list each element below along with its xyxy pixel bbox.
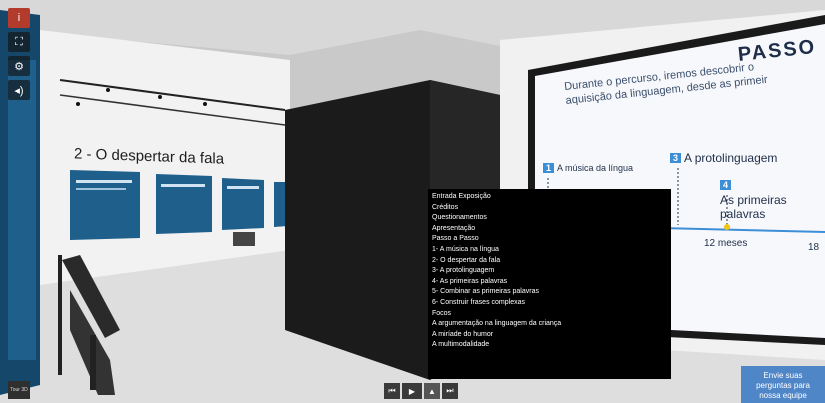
menu-item[interactable]: 5- Combinar as primeiras palavras — [432, 287, 667, 298]
timeline-month-12: 12 meses — [704, 238, 748, 249]
menu-item[interactable]: A multimodalidade — [432, 340, 667, 351]
info-icon[interactable]: i — [8, 8, 30, 28]
menu-item[interactable]: 4- As primeiras palavras — [432, 277, 667, 288]
menu-item[interactable]: Entrada Exposição — [432, 192, 667, 203]
next-icon[interactable]: ⏭ — [442, 383, 458, 399]
play-icon[interactable]: ▶ — [402, 383, 422, 399]
menu-item[interactable]: Passo a Passo — [432, 234, 667, 245]
tour-logo: Tour 3D — [8, 381, 30, 399]
step-number: 4 — [720, 180, 732, 190]
menu-item[interactable]: 3- A protolinguagem — [432, 266, 667, 277]
timeline-step-4: 4 As primeiras palavras — [720, 180, 825, 221]
playback-controls: ⏮ ▶ ▲ ⏭ — [384, 383, 458, 399]
gear-icon[interactable]: ⚙ — [8, 56, 30, 76]
volume-icon[interactable]: ◂) — [8, 80, 30, 100]
previous-icon[interactable]: ⏮ — [384, 383, 400, 399]
menu-item[interactable]: 2- O despertar da fala — [432, 256, 667, 267]
menu-item[interactable]: 1- A música na língua — [432, 245, 667, 256]
step-number: 3 — [670, 153, 682, 163]
timeline-step-1: 1 A música da língua — [543, 163, 633, 173]
menu-item[interactable]: 6- Construir frases complexas — [432, 298, 667, 309]
step-label: As primeiras palavras — [720, 193, 787, 221]
menu-item[interactable]: Apresentação — [432, 224, 667, 235]
menu-item[interactable]: A argumentação na linguagem da criança — [432, 319, 667, 330]
menu-item[interactable]: Créditos — [432, 203, 667, 214]
feedback-line2: perguntas para — [756, 381, 810, 390]
timeline-month-18: 18 — [808, 242, 820, 253]
menu-item[interactable]: Questionamentos — [432, 213, 667, 224]
scene-graphics — [0, 0, 825, 403]
fullscreen-icon[interactable]: ⛶ — [8, 32, 30, 52]
feedback-button[interactable]: Envie suas perguntas para nossa equipe — [741, 366, 825, 403]
menu-item[interactable]: Focos — [432, 309, 667, 320]
menu-toggle-icon[interactable]: ▲ — [424, 383, 440, 399]
timeline-step-3: 3 A protolinguagem — [670, 151, 777, 165]
step-label: A música da língua — [557, 163, 634, 173]
navigation-menu: Entrada Exposição Créditos Questionament… — [428, 189, 671, 379]
menu-item[interactable]: A miríade do humor — [432, 330, 667, 341]
feedback-line1: Envie suas — [763, 371, 803, 380]
step-number: 1 — [543, 163, 555, 173]
feedback-line3: nossa equipe — [759, 391, 807, 400]
exhibition-3d-view[interactable]: i ⛶ ⚙ ◂) 2 - O despertar da fala PASSO D… — [0, 0, 825, 403]
step-label: A protolinguagem — [684, 151, 778, 165]
left-toolbar: i ⛶ ⚙ ◂) — [6, 8, 32, 128]
